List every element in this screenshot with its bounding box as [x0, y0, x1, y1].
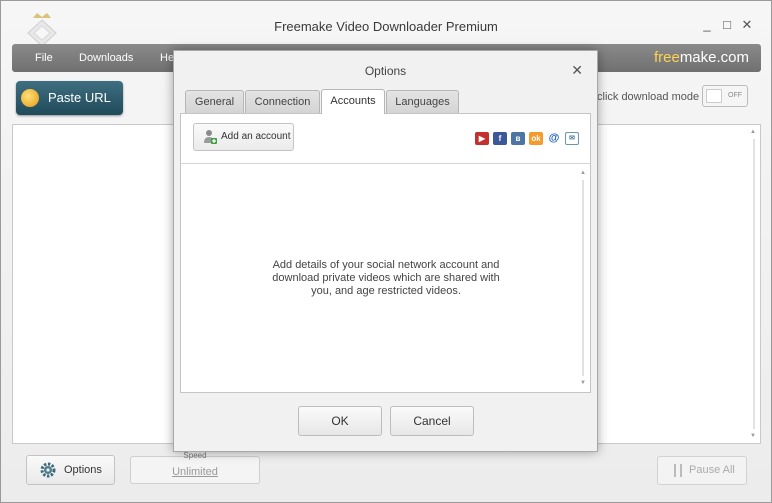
options-label: Options [64, 464, 102, 476]
pause-all-label: Pause All [689, 464, 735, 476]
speed-limit-control[interactable]: Speed Unlimited [130, 451, 260, 484]
scroll-down-arrow-icon[interactable]: ▼ [750, 433, 756, 439]
options-button[interactable]: Options [26, 455, 115, 485]
dialog-close-button[interactable]: ✕ [571, 62, 583, 79]
pause-all-button[interactable]: Pause All [657, 456, 747, 485]
gear-icon [40, 462, 56, 478]
accounts-info-text: Add details of your social network accou… [272, 259, 500, 297]
speed-caption: Speed [183, 451, 207, 460]
menu-help[interactable]: He [160, 52, 174, 64]
maximize-button[interactable]: □ [721, 17, 733, 33]
tab-connection[interactable]: Connection [245, 90, 320, 113]
add-account-button[interactable]: Add an account [193, 123, 294, 151]
scroll-track [753, 139, 755, 429]
facebook-icon[interactable]: f [493, 132, 507, 145]
accounts-scrollbar[interactable]: ▲ ▼ [580, 170, 586, 386]
options-dialog: Options ✕ General Connection Accounts La… [173, 50, 598, 452]
globe-icon [21, 89, 39, 107]
tab-accounts[interactable]: Accounts [321, 89, 385, 114]
add-account-label: Add an account [221, 131, 291, 142]
brand-part-a: free [653, 49, 680, 66]
speed-value[interactable]: Unlimited [131, 466, 259, 478]
scroll-up-arrow-icon[interactable]: ▲ [580, 170, 586, 176]
menu-file[interactable]: File [35, 52, 53, 64]
vkontakte-icon[interactable]: в [511, 132, 525, 145]
close-window-button[interactable]: ✕ [741, 17, 753, 33]
download-mode-toggle[interactable]: OFF [702, 85, 748, 107]
youtube-icon[interactable]: ▶ [475, 132, 489, 145]
panel-separator [181, 163, 590, 164]
downloads-scrollbar[interactable]: ▲ ▼ [750, 129, 758, 439]
cancel-button[interactable]: Cancel [390, 406, 474, 436]
email-icon[interactable]: ✉ [565, 132, 579, 145]
paste-url-label: Paste URL [48, 90, 111, 105]
social-networks: ▶ f в ok @ ✉ [475, 132, 579, 145]
window-controls: _ □ ✕ [701, 17, 753, 33]
window-title: Freemake Video Downloader Premium [274, 19, 498, 34]
download-mode-label: click download mode [597, 91, 700, 103]
dialog-title: Options [364, 64, 407, 78]
scroll-track [582, 180, 584, 376]
odnoklassniki-icon[interactable]: ok [529, 132, 543, 145]
add-person-icon [204, 130, 217, 144]
tab-languages[interactable]: Languages [386, 90, 459, 113]
toggle-knob [706, 89, 722, 103]
accounts-panel: Add an account ▶ f в ok @ ✉ Add details … [180, 113, 591, 393]
toggle-state: OFF [728, 92, 742, 99]
scroll-down-arrow-icon[interactable]: ▼ [580, 380, 586, 386]
brand-link[interactable]: freemake.com [654, 49, 749, 66]
paste-url-button[interactable]: Paste URL [16, 81, 123, 115]
ok-button[interactable]: OK [298, 406, 382, 436]
brand-part-b: make.com [679, 49, 749, 66]
menu-downloads[interactable]: Downloads [79, 52, 133, 64]
mailru-icon[interactable]: @ [547, 132, 561, 145]
tab-general[interactable]: General [185, 90, 244, 113]
pause-icon [674, 464, 682, 477]
minimize-button[interactable]: _ [701, 17, 713, 33]
scroll-up-arrow-icon[interactable]: ▲ [750, 129, 756, 135]
